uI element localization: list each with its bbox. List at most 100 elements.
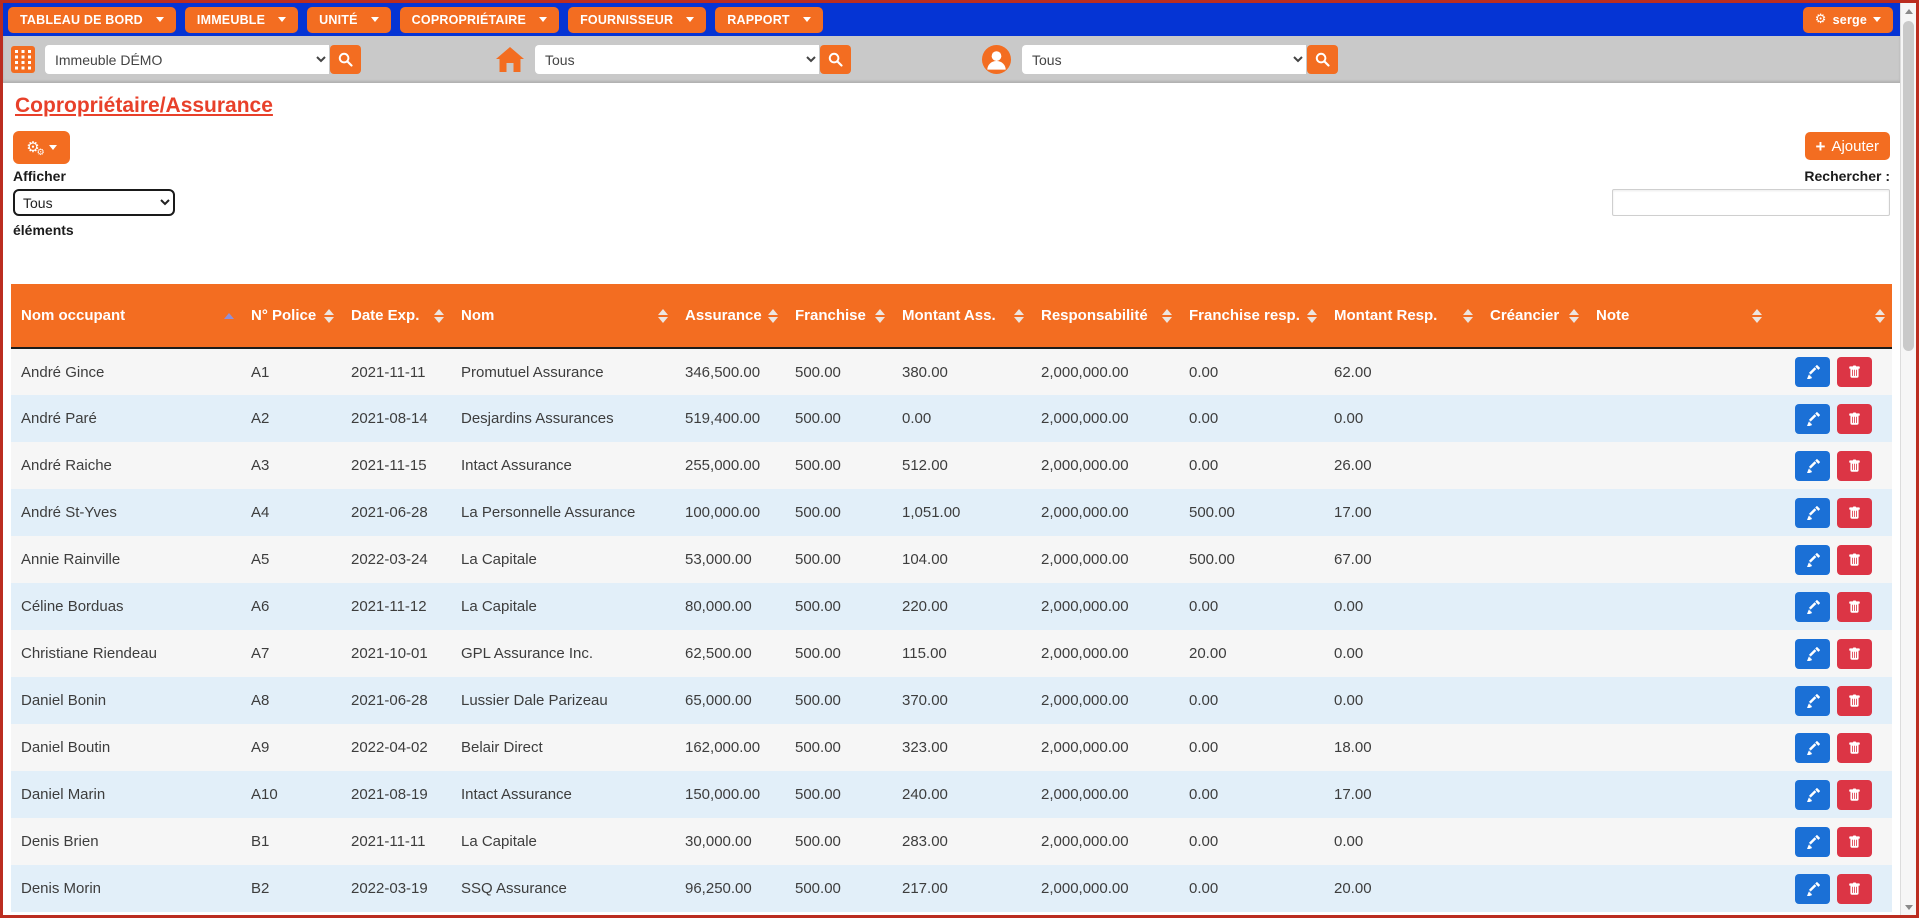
pencil-icon (1806, 505, 1820, 520)
delete-button[interactable] (1837, 450, 1872, 481)
nav-immeuble[interactable]: IMMEUBLE (184, 6, 299, 33)
cell-montant-resp: 20.00 (1334, 880, 1372, 897)
chevron-down-icon (370, 17, 379, 22)
delete-button[interactable] (1837, 544, 1872, 575)
user-menu-button[interactable]: ⚙ serge (1802, 6, 1893, 33)
cell-nom: Promutuel Assurance (461, 363, 604, 381)
edit-button[interactable] (1795, 779, 1830, 810)
building-select[interactable]: Immeuble DÉMO (45, 45, 329, 74)
header-responsabilite[interactable]: Responsabilité (1031, 284, 1179, 349)
header-montant-resp[interactable]: Montant Resp. (1324, 284, 1480, 349)
nav-coproprietaire[interactable]: COPROPRIÉTAIRE (399, 6, 560, 33)
delete-button[interactable] (1837, 638, 1872, 669)
cell-actions (1769, 818, 1892, 865)
header-franchise[interactable]: Franchise (785, 284, 892, 349)
sort-icon (1014, 308, 1024, 323)
cell-creancier (1480, 536, 1586, 583)
cell-franchise-resp: 500.00 (1189, 551, 1235, 568)
cell-assurance: 346,500.00 (685, 363, 761, 381)
delete-button[interactable] (1837, 732, 1872, 763)
add-button[interactable]: + Ajouter (1804, 132, 1890, 160)
edit-button[interactable] (1795, 732, 1830, 763)
unit-search-button[interactable] (820, 45, 851, 74)
delete-button[interactable] (1837, 779, 1872, 810)
cell-responsabilite: 2,000,000.00 (1041, 551, 1129, 568)
delete-button[interactable] (1837, 497, 1872, 528)
cell-nom: Desjardins Assurances (461, 410, 614, 427)
delete-button[interactable] (1837, 591, 1872, 622)
header-note[interactable]: Note (1586, 284, 1769, 349)
sort-asc-icon (224, 312, 234, 319)
building-search-button[interactable] (330, 45, 361, 74)
header-creancier[interactable]: Créancier (1480, 284, 1586, 349)
cell-responsabilite: 2,000,000.00 (1041, 880, 1129, 897)
header-actions[interactable] (1769, 284, 1892, 349)
owner-select[interactable]: Tous (1022, 45, 1306, 74)
edit-button[interactable] (1795, 873, 1830, 904)
sort-icon (1307, 308, 1317, 323)
cell-date-exp: 2022-03-19 (351, 880, 428, 897)
cell-franchise-resp: 0.00 (1189, 786, 1219, 803)
edit-button[interactable] (1795, 450, 1830, 481)
scroll-down-arrow[interactable] (1901, 899, 1916, 915)
header-nom-occupant[interactable]: Nom occupant (11, 284, 241, 349)
cell-date-exp: 2021-06-28 (351, 692, 428, 709)
cell-franchise: 500.00 (795, 645, 841, 662)
cell-actions (1769, 536, 1892, 583)
trash-icon (1849, 741, 1860, 754)
delete-button[interactable] (1837, 685, 1872, 716)
edit-button[interactable] (1795, 638, 1830, 669)
cell-franchise: 500.00 (795, 504, 841, 521)
vertical-scrollbar[interactable] (1900, 3, 1916, 915)
nav-unite[interactable]: UNITÉ (307, 6, 391, 33)
edit-button[interactable] (1795, 497, 1830, 528)
chevron-down-icon (802, 17, 811, 22)
chevron-down-icon (1873, 17, 1881, 22)
search-icon (338, 52, 353, 67)
pencil-icon (1806, 365, 1820, 379)
cell-montant-resp: 17.00 (1334, 786, 1372, 803)
edit-button[interactable] (1795, 403, 1830, 434)
cell-franchise: 500.00 (795, 457, 841, 474)
triangle-down-icon (1904, 904, 1913, 910)
nav-rapport[interactable]: RAPPORT (715, 6, 823, 33)
edit-button[interactable] (1795, 544, 1830, 575)
length-select[interactable]: Tous (13, 189, 175, 216)
cell-note (1586, 442, 1769, 489)
cell-nom-occupant: Annie Rainville (21, 551, 121, 568)
delete-button[interactable] (1837, 826, 1872, 857)
header-franchise-resp[interactable]: Franchise resp. (1179, 284, 1324, 349)
nav-tableau-de-bord[interactable]: TABLEAU DE BORD (8, 6, 176, 33)
owner-search-button[interactable] (1307, 45, 1338, 74)
header-montant-ass[interactable]: Montant Ass. (892, 284, 1031, 349)
cell-nom: SSQ Assurance (461, 880, 567, 897)
cell-no-police: A10 (251, 786, 278, 803)
cell-creancier (1480, 489, 1586, 536)
cell-date-exp: 2021-11-15 (351, 457, 427, 474)
cell-responsabilite: 2,000,000.00 (1041, 598, 1129, 615)
pencil-icon (1806, 411, 1820, 426)
cell-franchise-resp: 20.00 (1189, 645, 1227, 662)
unit-select[interactable]: Tous (535, 45, 819, 74)
edit-button[interactable] (1795, 826, 1830, 857)
edit-button[interactable] (1795, 591, 1830, 622)
table-row: Daniel Boutin A9 2022-04-02 Belair Direc… (11, 724, 1892, 771)
delete-button[interactable] (1837, 873, 1872, 904)
edit-button[interactable] (1795, 357, 1830, 387)
table-search-input[interactable] (1612, 189, 1890, 216)
scroll-up-arrow[interactable] (1901, 3, 1916, 19)
header-no-police[interactable]: N° Police (241, 284, 341, 349)
page-title-link[interactable]: Copropriétaire/Assurance (15, 94, 273, 118)
table-row: Daniel Bonin A8 2021-06-28 Lussier Dale … (11, 677, 1892, 724)
delete-button[interactable] (1837, 357, 1872, 387)
settings-dropdown-button[interactable]: ⚙ ⚙ (13, 131, 70, 164)
edit-button[interactable] (1795, 685, 1830, 716)
cell-montant-resp: 62.00 (1334, 363, 1372, 381)
nav-fournisseur[interactable]: FOURNISSEUR (568, 6, 707, 33)
scrollbar-thumb[interactable] (1903, 21, 1914, 351)
header-nom[interactable]: Nom (451, 284, 675, 349)
delete-button[interactable] (1837, 403, 1872, 434)
header-assurance[interactable]: Assurance (675, 284, 785, 349)
header-date-exp[interactable]: Date Exp. (341, 284, 451, 349)
cell-no-police: A4 (251, 504, 270, 521)
